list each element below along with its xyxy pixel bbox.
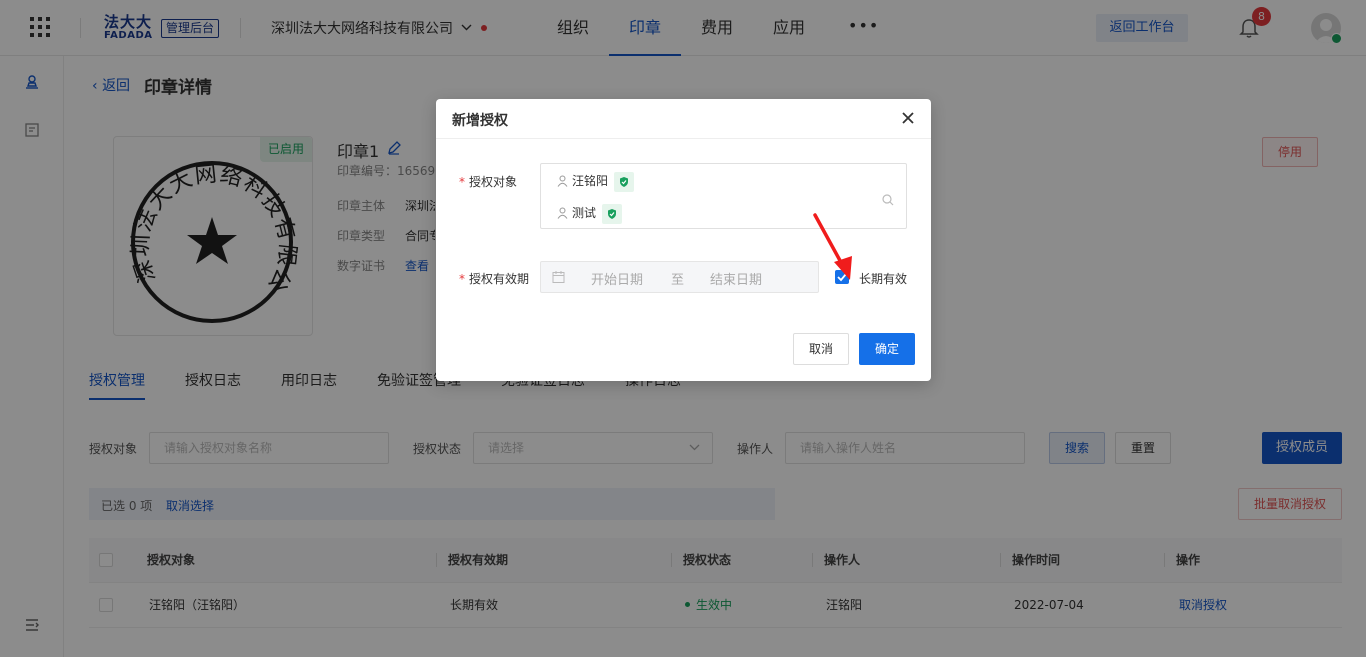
- date-range-picker[interactable]: 开始日期 至 结束日期: [540, 261, 819, 293]
- search-icon[interactable]: [882, 194, 894, 206]
- target-name: 测试: [572, 206, 597, 220]
- modal-header: 新增授权: [436, 99, 931, 139]
- annotation-arrow-icon: [813, 213, 852, 280]
- close-icon[interactable]: [901, 111, 915, 125]
- selected-target: 汪铭阳: [557, 171, 635, 192]
- validity-form-label: * 授权有效期: [459, 272, 530, 286]
- cancel-button[interactable]: 取消: [793, 333, 849, 365]
- add-auth-modal: 新增授权 * 授权对象 汪铭阳 测试 * 授权有效期 开始日期 至 结束日期 长期有…: [436, 99, 931, 381]
- target-form-label-text: 授权对象: [469, 175, 518, 189]
- target-name: 汪铭阳: [572, 174, 609, 188]
- date-range-separator: 至: [671, 273, 685, 288]
- target-form-label: * 授权对象: [459, 175, 518, 189]
- verified-shield-icon: [602, 203, 623, 224]
- selected-target: 测试: [557, 203, 623, 224]
- verified-shield-icon: [614, 171, 635, 192]
- person-icon: [557, 175, 568, 187]
- end-date-placeholder: 结束日期: [710, 273, 763, 288]
- calendar-icon: [552, 271, 565, 283]
- validity-form-label-text: 授权有效期: [469, 272, 530, 286]
- long-term-label[interactable]: 长期有效: [859, 270, 907, 287]
- confirm-button[interactable]: 确定: [859, 333, 915, 365]
- start-date-placeholder: 开始日期: [591, 273, 644, 288]
- person-icon: [557, 207, 568, 219]
- modal-title: 新增授权: [452, 113, 508, 129]
